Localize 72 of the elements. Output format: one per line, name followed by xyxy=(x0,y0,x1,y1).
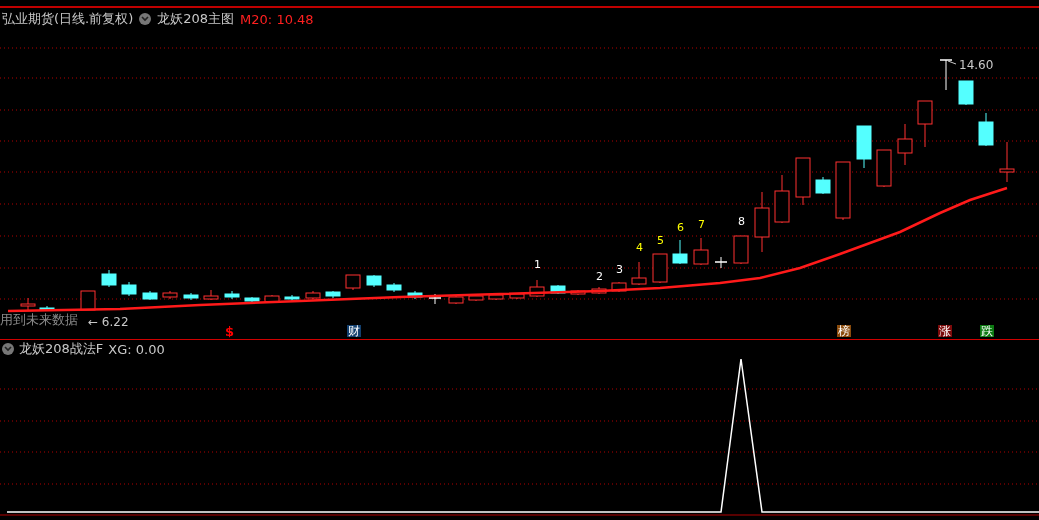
candlestick xyxy=(978,112,994,147)
event-marker[interactable]: 跌 xyxy=(980,325,994,337)
signal-number: 6 xyxy=(677,222,684,233)
candlestick xyxy=(774,174,790,224)
event-marker[interactable]: 榜 xyxy=(837,325,851,337)
candlestick xyxy=(142,290,158,301)
candlestick xyxy=(815,176,831,195)
warning-text: 用到未来数据 xyxy=(0,313,78,326)
candlestick xyxy=(714,256,728,269)
candlestick xyxy=(203,289,219,301)
candlestick xyxy=(958,80,974,106)
chart-title: 弘业期货(日线.前复权) xyxy=(2,10,134,28)
candlestick xyxy=(20,297,36,311)
candlestick xyxy=(345,274,361,291)
candlestick xyxy=(39,305,55,312)
candlestick xyxy=(672,239,688,265)
signal-number: 2 xyxy=(596,271,603,282)
candlestick xyxy=(652,253,668,284)
candlestick xyxy=(386,282,402,293)
candlestick xyxy=(101,269,117,288)
event-marker[interactable]: 财 xyxy=(347,325,361,337)
candlestick xyxy=(999,141,1015,183)
event-marker[interactable]: 涨 xyxy=(938,325,952,337)
candlestick xyxy=(162,290,178,300)
signal-number: 4 xyxy=(636,242,643,253)
signal-number: 1 xyxy=(534,259,541,270)
candlestick xyxy=(264,294,280,304)
signal-number: 5 xyxy=(657,235,664,246)
candlestick xyxy=(183,292,199,301)
xg-reading: XG: 0.00 xyxy=(108,341,165,357)
candlestick xyxy=(631,261,647,286)
candlestick xyxy=(939,59,953,91)
candlestick xyxy=(835,161,851,221)
candlestick xyxy=(897,123,913,166)
signal-number: 8 xyxy=(738,216,745,227)
leader-line xyxy=(947,60,957,65)
candlestick xyxy=(693,237,709,266)
candlestick xyxy=(917,100,933,148)
candlestick xyxy=(325,290,341,299)
candlestick xyxy=(428,293,442,305)
dropdown-icon[interactable] xyxy=(139,13,152,25)
event-marker[interactable]: $ xyxy=(225,325,235,338)
candlestick xyxy=(570,289,586,296)
signal-number: 3 xyxy=(616,264,623,275)
candlestick xyxy=(509,292,525,300)
candlestick xyxy=(121,281,137,297)
candlestick xyxy=(80,290,96,311)
candlestick xyxy=(611,281,627,293)
candlestick xyxy=(488,293,504,301)
candlestick xyxy=(856,125,872,169)
candlestick xyxy=(366,274,382,288)
candlestick xyxy=(448,294,464,305)
candlestick xyxy=(224,290,240,300)
candlestick xyxy=(244,296,260,303)
candlestick xyxy=(529,279,545,298)
candlestick xyxy=(754,191,770,253)
ma-reading: M20: 10.48 xyxy=(240,11,314,27)
indicator-name[interactable]: 龙妖208主图 xyxy=(157,10,235,28)
indicator-name[interactable]: 龙妖208战法F xyxy=(19,340,104,358)
candlestick xyxy=(407,290,423,300)
candlestick xyxy=(284,294,300,302)
candlestick xyxy=(468,294,484,302)
low-price-label: ← 6.22 xyxy=(88,316,129,328)
dropdown-icon[interactable] xyxy=(2,343,14,355)
candlestick xyxy=(876,149,892,188)
high-price-label: 14.60 xyxy=(959,59,994,71)
candlestick xyxy=(591,286,607,295)
candlestick xyxy=(305,290,321,300)
candlestick xyxy=(795,157,811,206)
candlestick xyxy=(550,284,566,295)
signal-number: 7 xyxy=(698,219,705,230)
candlestick xyxy=(733,235,749,265)
